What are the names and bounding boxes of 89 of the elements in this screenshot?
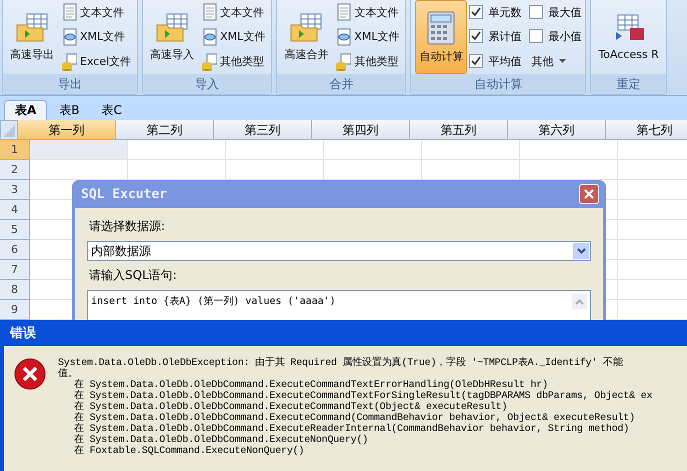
- xml-document-icon: [201, 28, 218, 46]
- stack-trace-line: 在 System.Data.OleDb.OleDbCommand.ExecuteReaderInternal(CommandBehavior behavior, String method): [73, 424, 630, 435]
- group-label: 合并: [277, 74, 406, 94]
- ribbon-checkbox[interactable]: 最小值: [529, 28, 582, 44]
- window-title: SQL Excuter: [81, 186, 168, 202]
- ribbon-small-button[interactable]: 其他类型: [199, 52, 268, 72]
- error-icon: [14, 358, 46, 390]
- field-label: 请选择数据源:: [89, 218, 166, 235]
- document-icon: [335, 3, 352, 22]
- ribbon-large-button[interactable]: 高速导入: [147, 0, 198, 74]
- ribbon-large-button[interactable]: ToAccess R: [595, 0, 662, 74]
- group-label: 自动计算: [411, 74, 586, 94]
- column-header[interactable]: 第一列: [18, 120, 116, 140]
- row-header[interactable]: 1: [0, 140, 30, 160]
- column-header[interactable]: 第三列: [214, 120, 312, 140]
- row-header[interactable]: 3: [0, 180, 30, 200]
- row-header[interactable]: 5: [0, 220, 30, 240]
- row-header[interactable]: 2: [0, 160, 30, 180]
- column-header[interactable]: 第七列: [606, 120, 687, 140]
- ribbon-checkbox[interactable]: 平均值: [469, 52, 522, 70]
- checkbox[interactable]: [529, 29, 544, 43]
- checkbox[interactable]: [529, 5, 544, 19]
- corner-triangle-icon: [3, 125, 15, 137]
- column-header[interactable]: 第二列: [116, 120, 214, 140]
- document-icon: [61, 3, 77, 22]
- ribbon-large-button[interactable]: 高速合并: [281, 0, 332, 74]
- group-label: 导入: [143, 74, 272, 94]
- checkbox[interactable]: [469, 5, 484, 19]
- ribbon-large-button[interactable]: 自动计算: [415, 0, 468, 74]
- folder-table-icon: [15, 12, 49, 42]
- sheet-tab[interactable]: 表B: [49, 100, 90, 120]
- ribbon-small-button[interactable]: 文本文件: [333, 2, 402, 22]
- stack-trace-line: 在 System.Data.OleDb.OleDbCommand.ExecuteNonQuery(): [73, 435, 368, 446]
- ribbon-small-button[interactable]: Excel文件: [59, 52, 134, 72]
- group-label: 重定: [591, 74, 666, 94]
- data-source-dropdown[interactable]: 内部数据源: [87, 241, 591, 261]
- ribbon-checkbox[interactable]: 最大值: [529, 4, 582, 20]
- row-header[interactable]: 6: [0, 240, 30, 260]
- error-message: System.Data.OleDb.OleDbException: 由于其 Required 属性设置为真(True)，字段 '~TMPCLP表A._Identify' 不能: [58, 358, 623, 369]
- table-cell[interactable]: [520, 140, 618, 160]
- sheet-tab[interactable]: 表C: [92, 100, 132, 120]
- row-header[interactable]: 9: [0, 300, 30, 320]
- checkbox[interactable]: [469, 54, 484, 68]
- checkbox[interactable]: [469, 29, 484, 43]
- ribbon-large-button[interactable]: 高速导出: [7, 0, 57, 74]
- ribbon-small-button[interactable]: XML文件: [199, 26, 268, 47]
- folder-table-icon: [289, 12, 324, 42]
- stack-trace-line: 在 System.Data.OleDb.OleDbCommand.ExecuteCommandTextForSingleResult(tagDBPARAMS dbParams, Object& ex: [73, 391, 652, 402]
- xml-document-icon: [61, 28, 77, 46]
- stack-trace-line: 在 System.Data.OleDb.OleDbCommand.ExecuteCommandText(Object& executeResult): [73, 402, 508, 413]
- folder-table-icon: [155, 12, 190, 42]
- sheet-tab[interactable]: 表A: [4, 100, 48, 120]
- window-title: 错误: [10, 325, 36, 342]
- database-icon: [61, 52, 77, 71]
- table-cell[interactable]: [324, 140, 422, 160]
- table-cell[interactable]: [422, 140, 520, 160]
- calculator-icon: [426, 10, 456, 44]
- row-header[interactable]: 7: [0, 260, 30, 280]
- stack-trace-line: 在 System.Data.OleDb.OleDbCommand.ExecuteCommand(CommandBehavior behavior, Object& executeResult): [73, 413, 635, 424]
- document-icon: [201, 3, 218, 22]
- row-header[interactable]: 8: [0, 280, 30, 300]
- database-icon: [335, 52, 352, 71]
- ribbon-small-button[interactable]: 文本文件: [59, 2, 134, 22]
- table-cell[interactable]: [30, 140, 128, 160]
- ribbon-small-button[interactable]: XML文件: [59, 26, 134, 47]
- xml-document-icon: [335, 28, 352, 46]
- column-header[interactable]: 第五列: [410, 120, 508, 140]
- select-all-corner[interactable]: [0, 120, 18, 140]
- close-icon: [583, 188, 595, 200]
- ribbon-checkbox[interactable]: 单元数: [469, 4, 522, 20]
- ribbon-dropdown[interactable]: 其他: [529, 52, 582, 70]
- caret-icon: [559, 59, 566, 63]
- column-header[interactable]: 第四列: [312, 120, 410, 140]
- table-cell[interactable]: [226, 140, 324, 160]
- ribbon-small-button[interactable]: 其他类型: [333, 52, 402, 72]
- database-icon: [201, 52, 218, 71]
- stack-trace-line: 在 System.Data.OleDb.OleDbCommand.ExecuteCommandTextErrorHandling(OleDbHResult hr): [73, 380, 548, 391]
- table-cell[interactable]: [128, 140, 226, 160]
- close-button[interactable]: [579, 184, 599, 204]
- ribbon-small-button[interactable]: 文本文件: [199, 2, 268, 22]
- scroll-up-icon: [572, 294, 587, 309]
- group-label: 导出: [3, 74, 138, 94]
- column-header[interactable]: 第六列: [508, 120, 606, 140]
- field-label: 请输入SQL语句:: [89, 267, 177, 284]
- ribbon-small-button[interactable]: XML文件: [333, 26, 402, 47]
- row-header[interactable]: 4: [0, 200, 30, 220]
- stack-trace-line: 在 Foxtable.SQLCommand.ExecuteNonQuery(): [73, 446, 304, 457]
- ribbon-checkbox[interactable]: 累计值: [469, 28, 522, 44]
- error-message: 值。: [58, 369, 78, 380]
